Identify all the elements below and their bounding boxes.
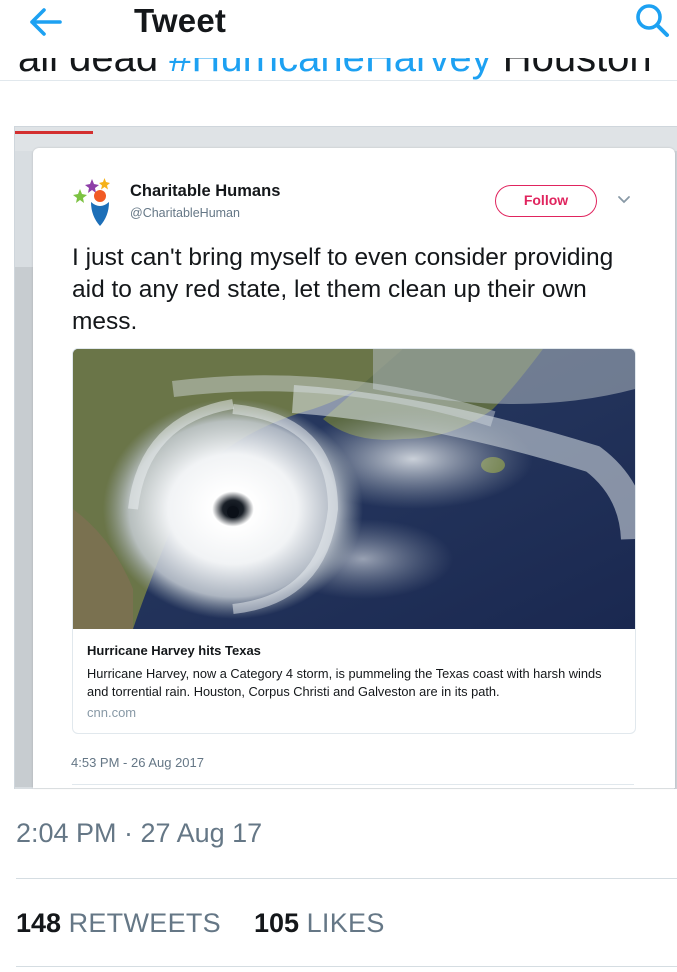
account-name[interactable]: Charitable Humans [130, 182, 280, 201]
divider [16, 966, 677, 967]
embedded-tweet-card: Charitable Humans @CharitableHuman Follo… [33, 148, 675, 788]
charitable-humans-logo [73, 178, 110, 226]
link-card-description: Hurricane Harvey, now a Category 4 storm… [87, 666, 602, 699]
page-title: Tweet [134, 2, 227, 39]
likes-count: 105 [254, 908, 300, 938]
retweets-stat[interactable]: 148 RETWEETS [16, 908, 221, 938]
prev-text-before: all dead [18, 58, 170, 80]
screenshot-lower-left-column [15, 267, 33, 787]
hashtag-link[interactable]: #HurricaneHarvey [169, 58, 491, 80]
retweets-count: 148 [16, 908, 62, 938]
hurricane-satellite-image [73, 349, 635, 629]
screenshot-red-accent [15, 131, 93, 134]
search-icon[interactable] [632, 0, 672, 40]
link-preview-card[interactable]: Hurricane Harvey hits Texas Hurricane Ha… [72, 348, 636, 734]
embedded-tweet-text: I just can't bring myself to even consid… [72, 244, 614, 335]
tweet-timestamp: 2:04 PM · 27 Aug 17 [16, 818, 263, 848]
top-bar: Tweet [0, 0, 677, 58]
link-card-domain: cnn.com [87, 705, 137, 720]
link-card-title: Hurricane Harvey hits Texas [87, 643, 261, 658]
card-bottom-divider [72, 784, 634, 785]
scrolled-text-fragment: all dead #HurricaneHarvey Houston [0, 58, 677, 82]
retweets-label: RETWEETS [68, 908, 221, 938]
arrow-left-icon[interactable] [26, 4, 66, 40]
prev-text-after: Houston [491, 58, 652, 80]
likes-stat[interactable]: 105 LIKES [254, 908, 385, 938]
divider [16, 878, 677, 879]
chevron-down-icon[interactable] [617, 194, 631, 206]
likes-label: LIKES [306, 908, 385, 938]
engagement-stats: 148 RETWEETS 105 LIKES [16, 908, 385, 939]
account-handle[interactable]: @CharitableHuman [130, 206, 240, 220]
follow-button[interactable]: Follow [495, 185, 597, 217]
embedded-tweet-timestamp[interactable]: 4:53 PM - 26 Aug 2017 [71, 755, 204, 770]
header-divider [0, 80, 677, 81]
